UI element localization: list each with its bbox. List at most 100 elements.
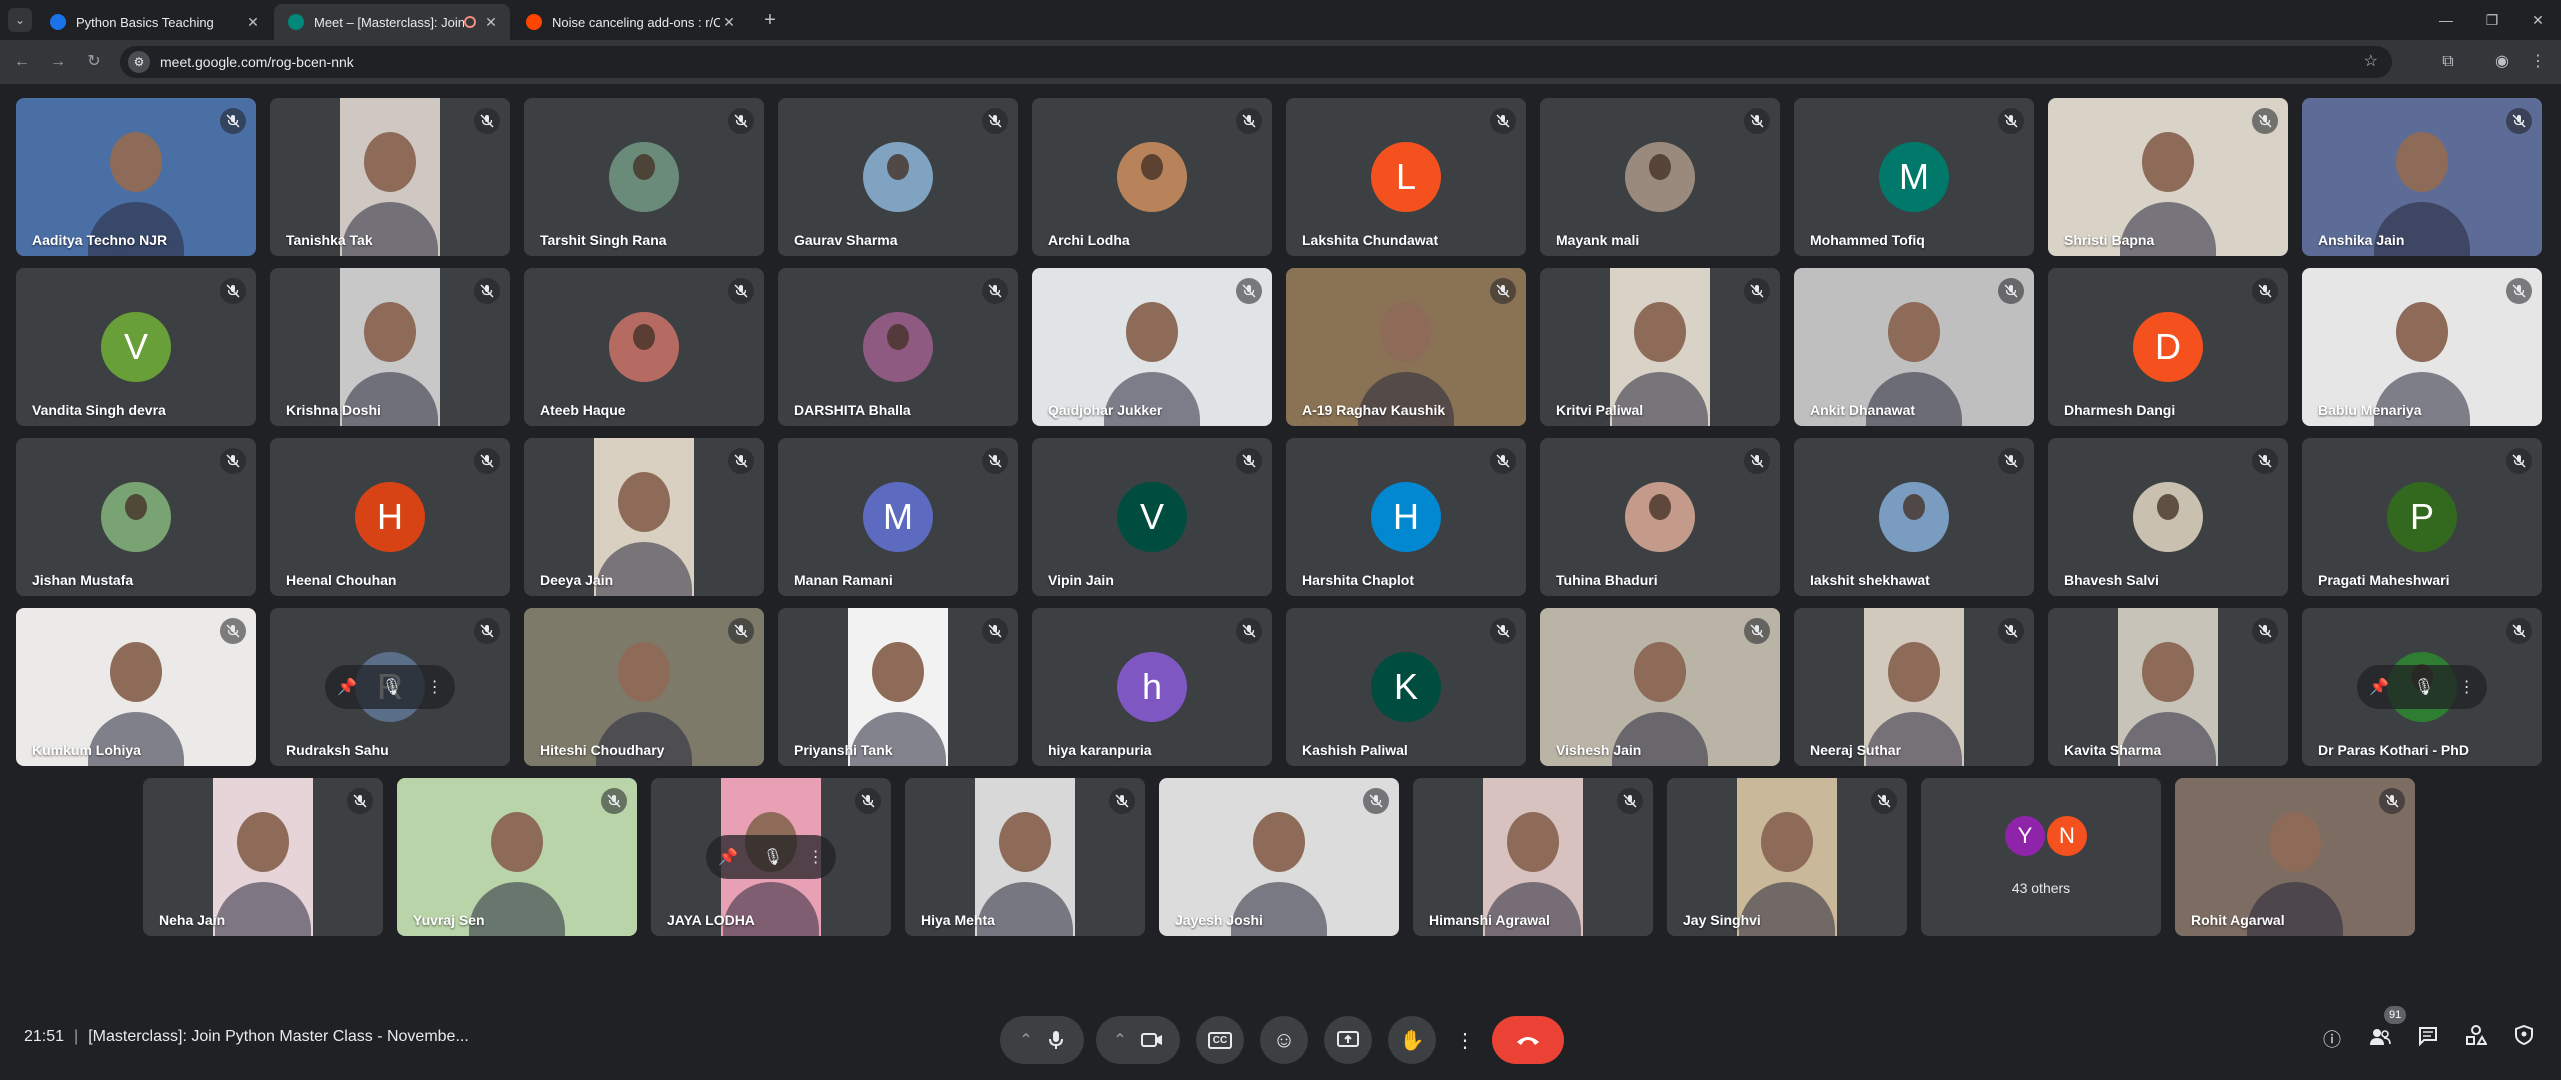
camera-icon[interactable] — [1140, 1032, 1163, 1048]
microphone-control[interactable]: ⌃ — [1000, 1016, 1084, 1064]
reload-icon[interactable]: ↻ — [82, 50, 106, 74]
participant-tile[interactable]: Rohit Agarwal — [2175, 778, 2415, 936]
tile-more-icon[interactable]: ⋮ — [427, 677, 443, 697]
minimize-icon[interactable]: — — [2434, 8, 2458, 32]
photo-figure — [887, 324, 909, 350]
participant-tile[interactable]: Jay Singhvi — [1667, 778, 1907, 936]
profile-avatar[interactable]: ◉ — [2490, 50, 2514, 74]
present-screen-button[interactable] — [1324, 1016, 1372, 1064]
audio-options-chevron-icon[interactable]: ⌃ — [1019, 1030, 1032, 1050]
participant-tile[interactable]: Hiteshi Choudhary — [524, 608, 764, 766]
participant-tile[interactable]: Shristi Bapna — [2048, 98, 2288, 256]
google-meet-favicon-icon — [288, 14, 304, 30]
participant-tile[interactable]: Tanishka Tak — [270, 98, 510, 256]
participant-tile[interactable]: Bablu Menariya — [2302, 268, 2542, 426]
participant-tile[interactable]: K Kashish Paliwal — [1286, 608, 1526, 766]
participant-tile[interactable]: Anshika Jain — [2302, 98, 2542, 256]
participant-tile[interactable]: L Lakshita Chundawat — [1286, 98, 1526, 256]
participant-tile[interactable]: 📌 🎙 ⋮ Dr Paras Kothari - PhD — [2302, 608, 2542, 766]
participant-tile[interactable]: V Vipin Jain — [1032, 438, 1272, 596]
more-options-button[interactable]: ⋮ — [1452, 1016, 1478, 1064]
pin-icon[interactable]: 📌 — [2369, 677, 2389, 697]
participant-tile[interactable]: Qaidjohar Jukker — [1032, 268, 1272, 426]
captions-button[interactable]: CC — [1196, 1016, 1244, 1064]
participant-tile[interactable]: Deeya Jain — [524, 438, 764, 596]
participant-name: Neeraj Suthar — [1810, 742, 1902, 758]
meeting-title[interactable]: [Masterclass]: Join Python Master Class … — [88, 1028, 469, 1045]
participant-tile[interactable]: Krishna Doshi — [270, 268, 510, 426]
bookmark-star-icon[interactable]: ☆ — [2364, 51, 2378, 71]
site-info-icon[interactable]: ⚙ — [128, 51, 150, 73]
back-icon[interactable]: ← — [10, 50, 34, 74]
participant-tile[interactable]: Ankit Dhanawat — [1794, 268, 2034, 426]
forward-icon[interactable]: → — [46, 50, 70, 74]
close-tab-icon[interactable]: ✕ — [482, 14, 500, 31]
participant-tile[interactable]: Kritvi Paliwal — [1540, 268, 1780, 426]
participant-tile[interactable]: M Manan Ramani — [778, 438, 1018, 596]
participant-tile[interactable]: Jayesh Joshi — [1159, 778, 1399, 936]
tile-mute-icon[interactable]: 🎙 — [2414, 677, 2434, 697]
chat-icon[interactable] — [2412, 1024, 2444, 1056]
microphone-icon[interactable] — [1047, 1030, 1065, 1050]
new-tab-plus-icon[interactable]: + — [758, 8, 782, 32]
tile-mute-icon[interactable]: 🎙 — [382, 677, 402, 697]
participant-tile[interactable]: A-19 Raghav Kaushik — [1286, 268, 1526, 426]
participant-tile[interactable]: P Pragati Maheshwari — [2302, 438, 2542, 596]
participant-tile[interactable]: Aaditya Techno NJR — [16, 98, 256, 256]
participant-tile[interactable]: Tuhina Bhaduri — [1540, 438, 1780, 596]
participant-tile[interactable]: Hiya Mehta — [905, 778, 1145, 936]
participant-tile[interactable]: D Dharmesh Dangi — [2048, 268, 2288, 426]
participant-tile[interactable]: Archi Lodha — [1032, 98, 1272, 256]
extensions-icon[interactable]: ⧉ — [2436, 50, 2460, 74]
pin-icon[interactable]: 📌 — [718, 847, 738, 867]
reactions-button[interactable]: ☺ — [1260, 1016, 1308, 1064]
tab-search-chevron-icon[interactable]: ⌄ — [8, 8, 32, 32]
participant-tile[interactable]: H Heenal Chouhan — [270, 438, 510, 596]
browser-tab-reddit[interactable]: Noise canceling add-ons : r/Ca ✕ — [512, 4, 748, 40]
people-icon[interactable] — [2364, 1024, 2396, 1056]
participant-tile[interactable]: Gaurav Sharma — [778, 98, 1018, 256]
tile-more-icon[interactable]: ⋮ — [808, 847, 824, 867]
address-bar[interactable]: ⚙ meet.google.com/rog-bcen-nnk ☆ — [120, 46, 2392, 78]
participant-tile[interactable]: Jishan Mustafa — [16, 438, 256, 596]
video-options-chevron-icon[interactable]: ⌃ — [1113, 1030, 1126, 1050]
participant-tile[interactable]: Neha Jain — [143, 778, 383, 936]
participant-tile[interactable]: Vishesh Jain — [1540, 608, 1780, 766]
person-silhouette — [618, 642, 670, 702]
participant-tile[interactable]: V Vandita Singh devra — [16, 268, 256, 426]
restore-icon[interactable]: ❐ — [2480, 8, 2504, 32]
participant-tile[interactable]: DARSHITA Bhalla — [778, 268, 1018, 426]
tile-more-icon[interactable]: ⋮ — [2459, 677, 2475, 697]
raise-hand-button[interactable]: ✋ — [1388, 1016, 1436, 1064]
close-tab-icon[interactable]: ✕ — [720, 14, 738, 31]
host-controls-icon[interactable] — [2508, 1024, 2540, 1056]
participant-tile[interactable]: Tarshit Singh Rana — [524, 98, 764, 256]
camera-control[interactable]: ⌃ — [1096, 1016, 1180, 1064]
close-tab-icon[interactable]: ✕ — [244, 14, 262, 31]
participant-tile[interactable]: Yuvraj Sen — [397, 778, 637, 936]
pin-icon[interactable]: 📌 — [337, 677, 357, 697]
participant-tile[interactable]: Neeraj Suthar — [1794, 608, 2034, 766]
participant-tile[interactable]: Bhavesh Salvi — [2048, 438, 2288, 596]
participant-tile[interactable]: M Mohammed Tofiq — [1794, 98, 2034, 256]
activities-icon[interactable] — [2460, 1024, 2492, 1056]
participant-tile[interactable]: Kumkum Lohiya — [16, 608, 256, 766]
leave-call-button[interactable] — [1492, 1016, 1564, 1064]
participant-tile[interactable]: H Harshita Chaplot — [1286, 438, 1526, 596]
browser-tab-python-basics[interactable]: Python Basics Teaching ✕ — [36, 4, 272, 40]
participant-tile[interactable]: Mayank mali — [1540, 98, 1780, 256]
participant-tile[interactable]: Y N 43 others — [1921, 778, 2161, 936]
browser-menu-icon[interactable]: ⋮ — [2526, 50, 2550, 74]
participant-tile[interactable]: Himanshi Agrawal — [1413, 778, 1653, 936]
close-window-icon[interactable]: ✕ — [2526, 8, 2550, 32]
meeting-details-info-icon[interactable]: ⓘ — [2316, 1024, 2348, 1056]
participant-tile[interactable]: Ateeb Haque — [524, 268, 764, 426]
tile-mute-icon[interactable]: 🎙 — [763, 847, 783, 867]
participant-tile[interactable]: Kavita Sharma — [2048, 608, 2288, 766]
browser-tab-meet[interactable]: Meet – [Masterclass]: Join P ✕ — [274, 4, 510, 40]
participant-tile[interactable]: Iakshit shekhawat — [1794, 438, 2034, 596]
participant-tile[interactable]: 📌 🎙 ⋮ JAYA LODHA — [651, 778, 891, 936]
participant-tile[interactable]: Priyanshi Tank — [778, 608, 1018, 766]
participant-tile[interactable]: R📌🎙⋮Rudraksh Sahu — [270, 608, 510, 766]
participant-tile[interactable]: h hiya karanpuria — [1032, 608, 1272, 766]
